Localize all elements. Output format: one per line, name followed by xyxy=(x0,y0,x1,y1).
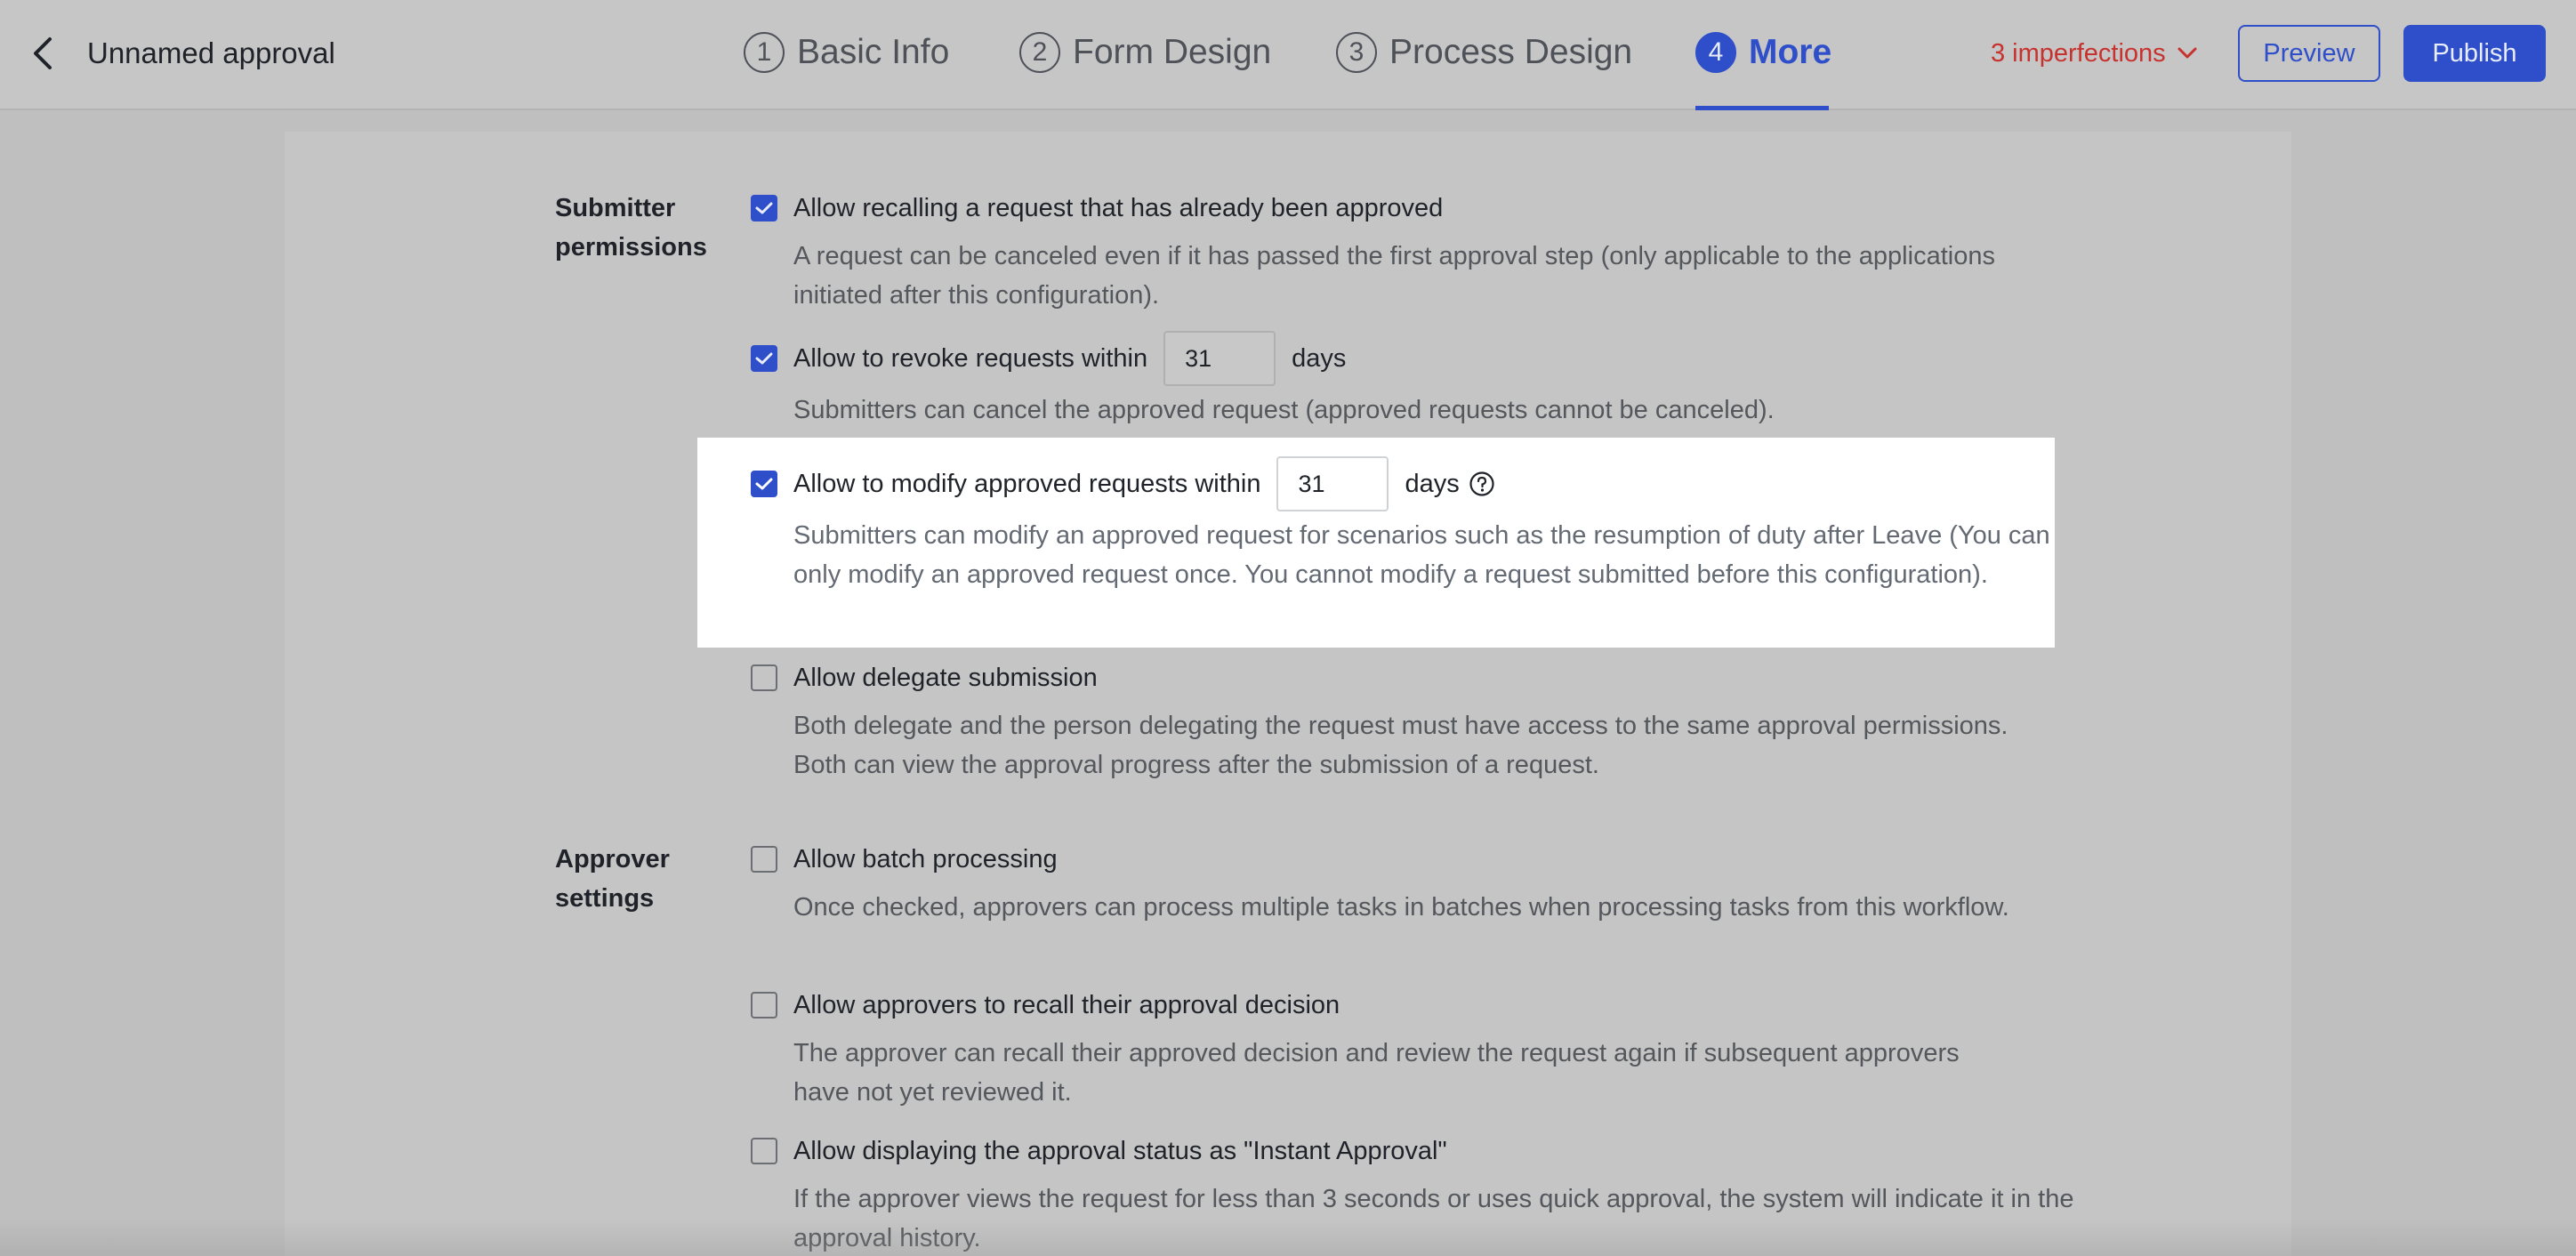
back-button[interactable] xyxy=(23,32,62,75)
active-tab-indicator xyxy=(1695,106,1829,110)
step-label: Basic Info xyxy=(797,33,950,71)
step-label: Process Design xyxy=(1389,33,1633,71)
option-description: A request can be canceled even if it has… xyxy=(793,242,1995,310)
tab-process-design[interactable]: 3 Process Design xyxy=(1336,27,1632,78)
checkbox[interactable] xyxy=(751,471,777,497)
help-icon[interactable] xyxy=(1469,471,1495,497)
checkbox[interactable] xyxy=(751,992,777,1018)
option-allow-modify-within: Allow to modify approved requests within… xyxy=(751,455,2065,594)
option-allow-instant-approval-status: Allow displaying the approval status as … xyxy=(751,1123,2074,1256)
option-allow-recall-decision: Allow approvers to recall their approval… xyxy=(751,977,2021,1112)
modify-days-input[interactable] xyxy=(1276,456,1389,511)
step-number: 1 xyxy=(744,32,785,73)
checkbox[interactable] xyxy=(751,664,777,691)
option-label: Allow recalling a request that has alrea… xyxy=(793,193,1444,222)
revoke-days-input[interactable] xyxy=(1163,331,1276,386)
option-description: The approver can recall their approved d… xyxy=(793,1039,1960,1107)
chevron-left-icon xyxy=(34,37,52,69)
option-label: Allow to revoke requests within xyxy=(793,343,1148,373)
section-label-submitter-permissions: Submitter permissions xyxy=(555,194,707,262)
publish-button[interactable]: Publish xyxy=(2403,25,2546,82)
tab-more[interactable]: 4 More xyxy=(1695,27,1831,78)
tab-form-design[interactable]: 2 Form Design xyxy=(1019,27,1271,78)
step-label: More xyxy=(1749,33,1832,71)
page-title: Unnamed approval xyxy=(87,36,335,69)
imperfections-label: 3 imperfections xyxy=(1991,39,2166,68)
preview-button[interactable]: Preview xyxy=(2238,25,2380,82)
checkbox[interactable] xyxy=(751,195,777,221)
checkbox[interactable] xyxy=(751,345,777,372)
days-unit-label: days xyxy=(1405,469,1460,498)
option-label: Allow delegate submission xyxy=(793,663,1098,692)
option-description: Submitters can cancel the approved reque… xyxy=(793,396,1775,424)
option-description: Once checked, approvers can process mult… xyxy=(793,893,2009,922)
check-icon xyxy=(755,352,773,365)
chevron-down-icon xyxy=(2178,47,2197,59)
checkbox[interactable] xyxy=(751,846,777,873)
option-description: Both delegate and the person delegating … xyxy=(793,712,2008,779)
imperfections-dropdown[interactable]: 3 imperfections xyxy=(1991,32,2198,75)
step-number: 4 xyxy=(1695,32,1736,73)
option-description: Submitters can modify an approved reques… xyxy=(793,521,2050,589)
section-label-approver-settings: Approver settings xyxy=(555,845,670,913)
option-description: If the approver views the request for le… xyxy=(793,1185,2074,1252)
step-number: 2 xyxy=(1019,32,1060,73)
step-label: Form Design xyxy=(1073,33,1272,71)
option-label: Allow batch processing xyxy=(793,844,1058,874)
checkbox[interactable] xyxy=(751,1138,777,1164)
option-label: Allow to modify approved requests within xyxy=(793,469,1261,498)
days-unit-label: days xyxy=(1292,343,1347,373)
option-label: Allow approvers to recall their approval… xyxy=(793,990,1340,1019)
option-allow-revoke-within: Allow to revoke requests within days Sub… xyxy=(751,330,2021,430)
tab-basic-info[interactable]: 1 Basic Info xyxy=(744,27,949,78)
check-icon xyxy=(755,478,773,490)
step-number: 3 xyxy=(1336,32,1377,73)
option-allow-delegate-submission: Allow delegate submission Both delegate … xyxy=(751,649,2021,785)
option-allow-batch-processing: Allow batch processing Once checked, app… xyxy=(751,831,2021,927)
check-icon xyxy=(755,202,773,214)
option-label: Allow displaying the approval status as … xyxy=(793,1136,1447,1165)
top-header: Unnamed approval 1 Basic Info 2 Form Des… xyxy=(0,0,2576,110)
question-circle-icon xyxy=(1469,471,1494,496)
option-allow-recall-approved: Allow recalling a request that has alrea… xyxy=(751,180,2021,315)
